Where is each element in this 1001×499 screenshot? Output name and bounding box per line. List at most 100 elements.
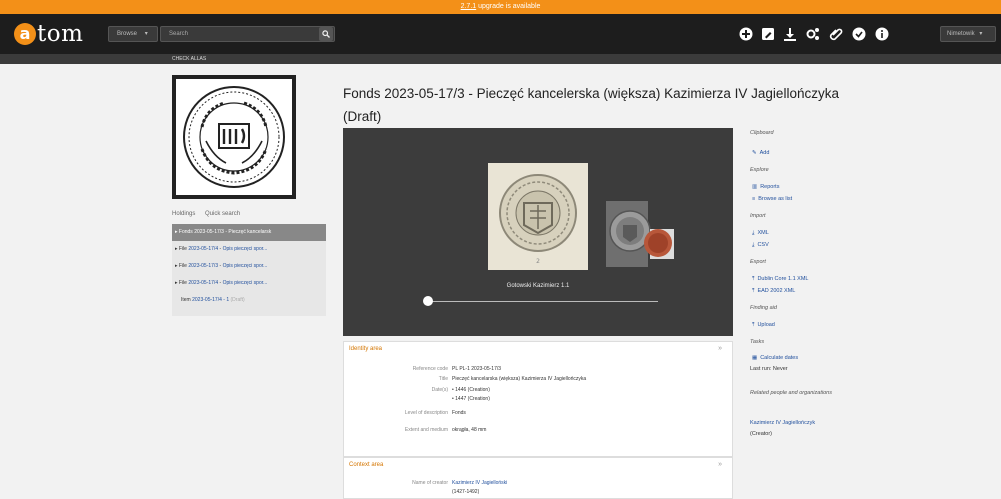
tree-item-title[interactable]: Opis pieczęci spor... — [223, 263, 268, 269]
top-navigation: a tom Browse ▾ Search Nimetowik ▾ — [0, 14, 1001, 54]
import-csv-link[interactable]: ⤓ CSV — [752, 242, 769, 249]
tree-item-title[interactable]: Opis pieczęci spor... — [223, 246, 268, 252]
paperclip-icon[interactable] — [828, 26, 844, 42]
tree-item-ref[interactable]: 2023-05-17/3 — [188, 263, 218, 269]
calculate-dates-label: Calculate dates — [760, 355, 799, 361]
related-creator-role: (Creator) — [750, 431, 773, 437]
import-heading: Import — [750, 213, 766, 219]
field-value: Pieczęć kancelarska (większa) Kazimierza… — [452, 376, 587, 382]
field-value: PL PL-1 2023-05-17/3 — [452, 366, 502, 372]
field-value: • 1447 (Creation) — [452, 396, 490, 402]
digital-object-viewer[interactable]: 2 Gotowski Kazimierz 1.1 — [343, 128, 733, 336]
import-xml-link[interactable]: ⤓ XML — [752, 230, 769, 237]
tree-item[interactable]: ▸ File 2023-05-17/3 - Opis pieczęci spor… — [172, 258, 326, 275]
tree-item-title[interactable]: Opis pieczęci spor... — [223, 280, 268, 286]
field-value: (1427-1492) — [452, 489, 480, 495]
viewer-slider-handle[interactable] — [423, 296, 433, 306]
quick-links-icon[interactable] — [851, 26, 867, 42]
tree-item[interactable]: ▸ Fonds 2023-05-17/3 - Pieczęć kancelars… — [172, 224, 326, 241]
reports-label: Reports — [760, 184, 780, 190]
tree-item-title: (Draft) — [230, 297, 245, 303]
browse-list-link[interactable]: ≡ Browse as list — [752, 196, 792, 202]
collapse-icon[interactable]: » — [718, 461, 722, 468]
tree-item-ref[interactable]: 2023-05-17/4 — [188, 280, 218, 286]
calculate-dates-link[interactable]: ▦ Calculate dates — [752, 355, 798, 361]
tree-item[interactable]: ▸ File 2023-05-17/4 - Opis pieczęci spor… — [172, 241, 326, 258]
viewer-slider-track[interactable] — [428, 301, 658, 302]
field-value: okrągła, 48 mm — [452, 427, 487, 433]
tab-holdings[interactable]: Holdings — [172, 211, 195, 217]
user-subbar: CHECK ALLAS — [0, 54, 1001, 64]
search-input[interactable]: Search — [160, 26, 335, 42]
paperclip-icon: ✎ — [752, 150, 757, 156]
info-icon[interactable] — [874, 26, 890, 42]
holdings-tree: ▸ Fonds 2023-05-17/3 - Pieczęć kancelars… — [172, 224, 326, 316]
search-placeholder: Search — [169, 31, 189, 37]
export-ead-label: EAD 2002 XML — [757, 288, 796, 294]
download-icon[interactable] — [782, 26, 798, 42]
language-label: Nimetowik — [947, 31, 975, 37]
svg-text:2: 2 — [536, 258, 540, 265]
tree-item-title: Pieczęć kancelarsk — [228, 229, 272, 235]
upload-icon: ⤒ — [752, 322, 755, 328]
field-label: Extent and medium — [404, 427, 448, 433]
tree-item-ref[interactable]: 2023-05-17/4 — [188, 246, 218, 252]
viewer-caption: Gotowski Kazimierz 1.1 — [506, 283, 570, 289]
sidebar-tabs: Holdings Quick search — [172, 211, 248, 221]
tree-item-ref[interactable]: 2023-05-17/4 - 1 — [192, 297, 229, 303]
plus-circle-icon[interactable] — [738, 26, 754, 42]
tree-item-level: File — [178, 263, 187, 269]
export-dc-link[interactable]: ⤒ Dublin Core 1.1 XML — [752, 276, 809, 283]
upload-link[interactable]: ⤒ Upload — [752, 322, 775, 329]
seal-wax-image[interactable]: 2 — [488, 163, 588, 270]
field-extent: Extent and medium okrągła, 48 mm — [344, 425, 734, 435]
field-dates-2: • 1447 (Creation) — [344, 394, 734, 404]
repository-logo — [172, 75, 296, 199]
seal-stamp-image[interactable] — [606, 201, 678, 267]
identity-area: Identity area » Reference code PL PL-1 2… — [343, 341, 733, 457]
context-area: Context area » Name of creator Kazimierz… — [343, 457, 733, 499]
import-csv-label: CSV — [757, 242, 769, 248]
finding-aid-heading: Finding aid — [750, 305, 777, 311]
upload-icon: ⤒ — [752, 288, 755, 294]
export-heading: Export — [750, 259, 766, 265]
tree-item[interactable]: Item 2023-05-17/4 - 1 (Draft) — [172, 292, 326, 309]
browse-label: Browse — [117, 31, 138, 37]
expand-icon[interactable]: ▸ — [175, 246, 178, 252]
related-heading: Related people and organizations — [750, 390, 832, 396]
tab-quick-search[interactable]: Quick search — [205, 211, 240, 217]
atom-logo[interactable]: a tom — [14, 20, 83, 48]
upgrade-version-link[interactable]: 2.7.1 — [461, 3, 477, 10]
expand-icon[interactable]: ▸ — [175, 229, 178, 235]
upgrade-message: upgrade is available — [478, 3, 541, 10]
context-area-heading[interactable]: Context area — [349, 462, 383, 468]
related-creator-link[interactable]: Kazimierz IV Jagiellończyk — [750, 420, 815, 426]
collapse-icon[interactable]: » — [718, 345, 722, 352]
tree-item-level: Item — [181, 297, 191, 303]
browse-menu-button[interactable]: Browse ▾ — [108, 26, 158, 42]
export-dc-label: Dublin Core 1.1 XML — [757, 276, 809, 282]
reports-link[interactable]: ▥ Reports — [752, 184, 779, 190]
clipboard-heading: Clipboard — [750, 130, 774, 136]
clipboard-add-link[interactable]: ✎ Add — [752, 150, 769, 156]
subbar-label[interactable]: CHECK ALLAS — [172, 54, 206, 64]
language-menu-button[interactable]: Nimetowik ▾ — [940, 26, 996, 42]
seal-logo-image — [176, 79, 292, 195]
tree-item-level: Fonds — [178, 229, 193, 235]
search-button[interactable] — [319, 27, 333, 41]
tree-item[interactable]: ▸ File 2023-05-17/4 - Opis pieczęci spor… — [172, 275, 326, 292]
creator-link[interactable]: Kazimierz IV Jagielloński — [452, 480, 507, 486]
settings-icon[interactable] — [805, 26, 821, 42]
seal-stamp-picture — [606, 201, 674, 267]
expand-icon[interactable]: ▸ — [175, 280, 178, 286]
tree-item-level: File — [178, 246, 187, 252]
expand-icon[interactable]: ▸ — [175, 263, 178, 269]
tree-item-ref[interactable]: 2023-05-17/3 — [194, 229, 224, 235]
clipboard-add-label: Add — [759, 150, 770, 156]
download-icon: ⤓ — [752, 230, 755, 236]
field-label: Reference code — [412, 366, 448, 372]
export-ead-link[interactable]: ⤒ EAD 2002 XML — [752, 288, 795, 295]
edit-icon[interactable] — [760, 26, 776, 42]
identity-area-heading[interactable]: Identity area — [349, 346, 382, 352]
field-creator-dates: (1427-1492) — [344, 487, 734, 497]
